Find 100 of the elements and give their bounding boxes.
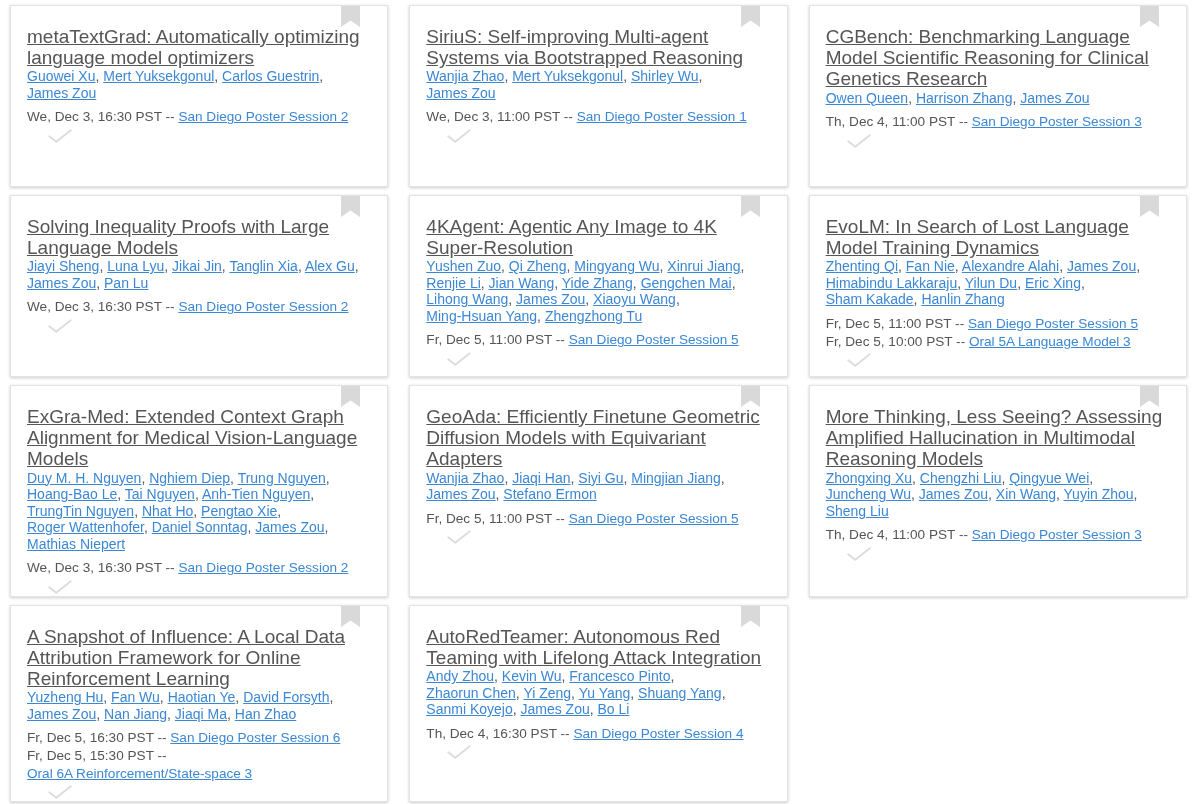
author-link[interactable]: Pan Lu (104, 274, 149, 291)
author-link[interactable]: Owen Queen (825, 89, 909, 106)
author-link[interactable]: Pengtao Xie (201, 502, 278, 519)
session-link[interactable]: San Diego Poster Session 4 (573, 725, 744, 741)
author-link[interactable]: Alex Gu (304, 258, 355, 275)
author-link[interactable]: Sham Kakade (825, 291, 914, 308)
session-link[interactable]: San Diego Poster Session 6 (170, 730, 341, 746)
paper-title-link[interactable]: A Snapshot of Influence: A Local Data Attribution Framework for Online Reinforcement Learning (27, 625, 372, 690)
author-link[interactable]: Xin Wang (995, 486, 1056, 503)
author-link[interactable]: Nan Jiang (104, 705, 168, 722)
author-link[interactable]: James Zou (426, 84, 496, 101)
author-link[interactable]: James Zou (520, 701, 590, 718)
session-link[interactable]: San Diego Poster Session 3 (971, 114, 1142, 130)
checkmark-icon[interactable] (48, 129, 72, 143)
author-link[interactable]: Hoang-Bao Le (27, 486, 118, 503)
paper-title-link[interactable]: ExGra-Med: Extended Context Graph Alignment for Medical Vision-Language Models (27, 406, 372, 470)
checkmark-icon[interactable] (846, 546, 871, 561)
paper-title-link[interactable]: Solving Inequality Proofs with Large Language Models (27, 216, 372, 259)
author-link[interactable]: Kevin Wu (501, 668, 562, 685)
author-link[interactable]: Haotian Ye (167, 689, 236, 706)
session-link[interactable]: San Diego Poster Session 2 (178, 109, 349, 125)
session-link[interactable]: San Diego Poster Session 2 (178, 299, 349, 315)
session-link[interactable]: Oral 5A Language Model 3 (968, 333, 1131, 349)
author-link[interactable]: Gengchen Mai (640, 274, 732, 291)
author-link[interactable]: Tanglin Xia (229, 258, 298, 275)
author-link[interactable]: David Forsyth (243, 689, 330, 706)
author-link[interactable]: Sheng Liu (825, 502, 889, 519)
checkmark-icon[interactable] (447, 352, 472, 366)
bookmark-icon[interactable] (740, 196, 760, 217)
author-link[interactable]: Yilun Du (964, 274, 1018, 291)
author-link[interactable]: Jiaqi Han (512, 469, 571, 486)
author-link[interactable]: Han Zhao (234, 705, 297, 722)
paper-title-link[interactable]: EvoLM: In Search of Lost Language Model Training Dynamics (825, 216, 1170, 259)
session-link[interactable]: San Diego Poster Session 2 (178, 560, 349, 576)
author-link[interactable]: Zhengzhong Tu (544, 307, 643, 324)
checkmark-icon[interactable] (447, 530, 472, 545)
author-link[interactable]: James Zou (426, 486, 496, 503)
bookmark-icon[interactable] (341, 196, 361, 217)
session-link[interactable]: Oral 6A Reinforcement/State-space 3 (27, 765, 253, 781)
author-link[interactable]: Stefano Ermon (503, 486, 597, 503)
paper-title-link[interactable]: More Thinking, Less Seeing? Assessing Amplified Hallucination in Multimodal Reasoning Models (825, 406, 1170, 470)
author-link[interactable]: James Zou (1020, 89, 1090, 106)
bookmark-icon[interactable] (1140, 386, 1159, 407)
session-link[interactable]: San Diego Poster Session 1 (576, 109, 747, 125)
author-link[interactable]: Eric Xing (1024, 274, 1081, 291)
checkmark-icon[interactable] (48, 319, 72, 333)
bookmark-icon[interactable] (740, 386, 760, 407)
author-link[interactable]: Zhongxing Xu (825, 469, 913, 486)
checkmark-icon[interactable] (48, 785, 72, 800)
author-link[interactable]: James Zou (27, 84, 97, 101)
author-link[interactable]: Xiaoyu Wang (593, 291, 676, 308)
author-link[interactable]: TrungTin Nguyen (27, 502, 135, 519)
checkmark-icon[interactable] (846, 133, 871, 148)
paper-title-link[interactable]: metaTextGrad: Automatically optimizing language model optimizers (27, 26, 372, 69)
author-link[interactable]: Mingyang Wu (574, 258, 660, 275)
author-link[interactable]: Daniel Sonntag (151, 519, 248, 536)
checkmark-icon[interactable] (846, 353, 871, 368)
author-link[interactable]: Roger Wattenhofer (27, 519, 144, 536)
author-link[interactable]: Mingjian Jiang (631, 469, 721, 486)
author-link[interactable]: James Zou (255, 519, 325, 536)
bookmark-icon[interactable] (740, 605, 760, 627)
paper-title-link[interactable]: 4KAgent: Agentic Any Image to 4K Super-Resolution (426, 216, 771, 259)
checkmark-icon[interactable] (447, 129, 472, 143)
paper-title-link[interactable]: AutoRedTeamer: Autonomous Red Teaming with Lifelong Attack Integration (426, 625, 771, 669)
session-link[interactable]: San Diego Poster Session 5 (568, 332, 739, 348)
author-link[interactable]: Xinrui Jiang (667, 258, 741, 275)
author-link[interactable]: Bo Li (597, 701, 630, 718)
author-link[interactable]: Mathias Niepert (27, 535, 126, 552)
bookmark-icon[interactable] (740, 6, 760, 27)
author-link[interactable]: Yi Zeng (523, 684, 572, 701)
session-link[interactable]: San Diego Poster Session 5 (967, 315, 1138, 331)
session-link[interactable]: San Diego Poster Session 3 (971, 527, 1142, 543)
paper-title-link[interactable]: GeoAda: Efficiently Finetune Geometric Diffusion Models with Equivariant Adapters (426, 406, 771, 470)
author-link[interactable]: Sanmi Koyejo (426, 701, 513, 718)
author-link[interactable]: Tai Nguyen (124, 486, 195, 503)
author-link[interactable]: Chengzhi Liu (919, 469, 1002, 486)
author-link[interactable]: Shuang Yang (638, 684, 722, 701)
paper-title-link[interactable]: SiriuS: Self-improving Multi-agent Systems via Bootstrapped Reasoning (426, 26, 771, 69)
paper-title-link[interactable]: CGBench: Benchmarking Language Model Scientific Reasoning for Clinical Genetics Research (825, 26, 1170, 90)
checkmark-icon[interactable] (48, 579, 72, 594)
author-link[interactable]: James Zou (918, 486, 989, 503)
bookmark-icon[interactable] (341, 386, 361, 407)
author-link[interactable]: Jikai Jin (172, 258, 222, 275)
author-link[interactable]: Renjie Li (426, 274, 481, 291)
bookmark-icon[interactable] (341, 605, 361, 627)
author-link[interactable]: Jiaqi Ma (174, 705, 227, 722)
author-link[interactable]: Hanlin Zhang (921, 291, 1005, 308)
author-link[interactable]: Yide Zhang (561, 274, 633, 291)
author-link[interactable]: Andy Zhou (426, 668, 495, 685)
author-link[interactable]: Juncheng Wu (825, 486, 911, 503)
bookmark-icon[interactable] (1140, 196, 1159, 217)
author-link[interactable]: Ming-Hsuan Yang (426, 307, 538, 324)
author-link[interactable]: Zhaorun Chen (426, 684, 516, 701)
bookmark-icon[interactable] (341, 6, 361, 27)
author-link[interactable]: Trung Nguyen (237, 469, 326, 486)
bookmark-icon[interactable] (1140, 6, 1159, 27)
session-link[interactable]: San Diego Poster Session 5 (568, 510, 739, 526)
checkmark-icon[interactable] (447, 745, 472, 760)
author-link[interactable]: Fan Nie (905, 258, 955, 275)
author-link[interactable]: Yuyin Zhou (1063, 486, 1134, 503)
